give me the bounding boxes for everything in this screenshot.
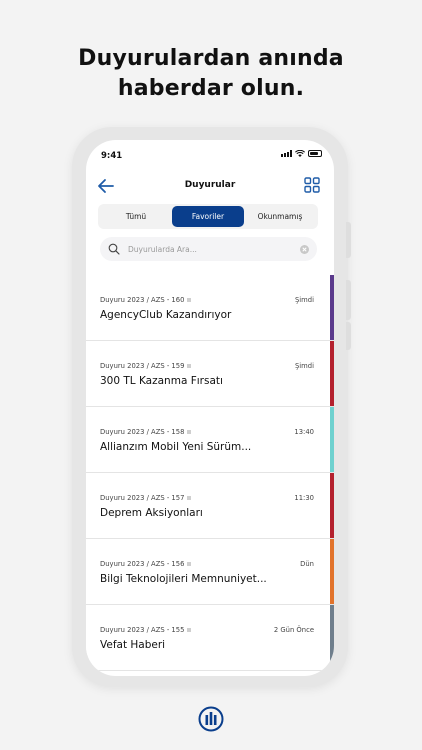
- announcement-time: Şimdi: [294, 296, 314, 304]
- announcement-code: Duyuru 2023 / AZS - 160: [100, 296, 185, 304]
- announcement-time: Şimdi: [294, 362, 314, 370]
- tag-icon: [187, 562, 192, 566]
- signal-icon: [281, 150, 292, 157]
- announcement-code: Duyuru 2023 / AZS - 155: [100, 626, 185, 634]
- search-icon: [108, 243, 120, 255]
- category-color-bar: [330, 407, 334, 472]
- list-item[interactable]: Duyuru 2023 / AZS - 155 Vefat Haberi 2 G…: [86, 605, 334, 671]
- tab-all[interactable]: Tümü: [100, 206, 172, 227]
- headline-line-1: Duyurulardan anında: [78, 46, 344, 71]
- list-item[interactable]: Duyuru 2023 / AZS - 157 Deprem Aksiyonla…: [86, 473, 334, 539]
- phone-side-button: [346, 322, 351, 350]
- announcement-title: AgencyClub Kazandırıyor: [100, 309, 232, 321]
- announcement-title: Bilgi Teknolojileri Memnuniyet...: [100, 573, 267, 585]
- phone-side-button: [346, 280, 351, 320]
- announcement-meta: Duyuru 2023 / AZS - 157: [100, 494, 192, 502]
- list-item[interactable]: Duyuru 2023 / AZS - 159 300 TL Kazanma F…: [86, 341, 334, 407]
- tag-icon: [187, 430, 192, 434]
- announcement-title: Deprem Aksiyonları: [100, 507, 203, 519]
- phone-side-button: [346, 222, 351, 258]
- announcement-meta: Duyuru 2023 / AZS - 156: [100, 560, 192, 568]
- announcement-meta: Duyuru 2023 / AZS - 155: [100, 626, 192, 634]
- category-color-bar: [330, 605, 334, 670]
- list-item[interactable]: Duyuru 2023 / AZS - 156 Bilgi Teknolojil…: [86, 539, 334, 605]
- allianz-logo-icon[interactable]: [198, 706, 224, 732]
- status-icons: [281, 150, 322, 157]
- page-title: Duyurular: [184, 180, 236, 190]
- phone-screen: 9:41 Duyurular Tümü Favoriler Okunmamış …: [86, 140, 334, 676]
- announcement-time: 2 Gün Önce: [273, 626, 314, 634]
- status-time: 9:41: [101, 151, 123, 161]
- announcement-time: 11:30: [294, 494, 314, 502]
- announcement-code: Duyuru 2023 / AZS - 158: [100, 428, 185, 436]
- announcement-meta: Duyuru 2023 / AZS - 158: [100, 428, 192, 436]
- headline: Duyurulardan anında haberdar olun.: [0, 44, 422, 104]
- announcement-meta: Duyuru 2023 / AZS - 160: [100, 296, 192, 304]
- announcement-time: 13:40: [294, 428, 314, 436]
- announcement-code: Duyuru 2023 / AZS - 156: [100, 560, 185, 568]
- tag-icon: [187, 364, 192, 368]
- category-color-bar: [330, 341, 334, 406]
- category-color-bar: [330, 275, 334, 340]
- battery-icon: [308, 150, 322, 157]
- announcement-list: Duyuru 2023 / AZS - 160 AgencyClub Kazan…: [86, 275, 334, 671]
- search-input[interactable]: [128, 244, 300, 254]
- category-color-bar: [330, 473, 334, 538]
- grid-icon[interactable]: [304, 177, 320, 193]
- search-bar: [100, 237, 317, 261]
- tab-favorites[interactable]: Favoriler: [172, 206, 244, 227]
- announcement-code: Duyuru 2023 / AZS - 157: [100, 494, 185, 502]
- status-bar: 9:41: [86, 140, 334, 172]
- announcement-title: 300 TL Kazanma Fırsatı: [100, 375, 223, 387]
- filter-tabs: Tümü Favoriler Okunmamış: [98, 204, 318, 229]
- list-item[interactable]: Duyuru 2023 / AZS - 160 AgencyClub Kazan…: [86, 275, 334, 341]
- announcement-title: Allianzım Mobil Yeni Sürüm...: [100, 441, 252, 453]
- clear-icon[interactable]: [300, 244, 309, 254]
- tag-icon: [187, 628, 192, 632]
- announcement-title: Vefat Haberi: [100, 639, 166, 651]
- category-color-bar: [330, 539, 334, 604]
- tag-icon: [187, 298, 192, 302]
- announcement-code: Duyuru 2023 / AZS - 159: [100, 362, 185, 370]
- list-item[interactable]: Duyuru 2023 / AZS - 158 Allianzım Mobil …: [86, 407, 334, 473]
- headline-line-2: haberdar olun.: [117, 76, 305, 101]
- wifi-icon: [295, 150, 305, 157]
- tab-unread[interactable]: Okunmamış: [244, 206, 316, 227]
- announcement-time: Dün: [300, 560, 314, 568]
- tag-icon: [187, 496, 192, 500]
- announcement-meta: Duyuru 2023 / AZS - 159: [100, 362, 192, 370]
- nav-bar: Duyurular: [86, 174, 334, 198]
